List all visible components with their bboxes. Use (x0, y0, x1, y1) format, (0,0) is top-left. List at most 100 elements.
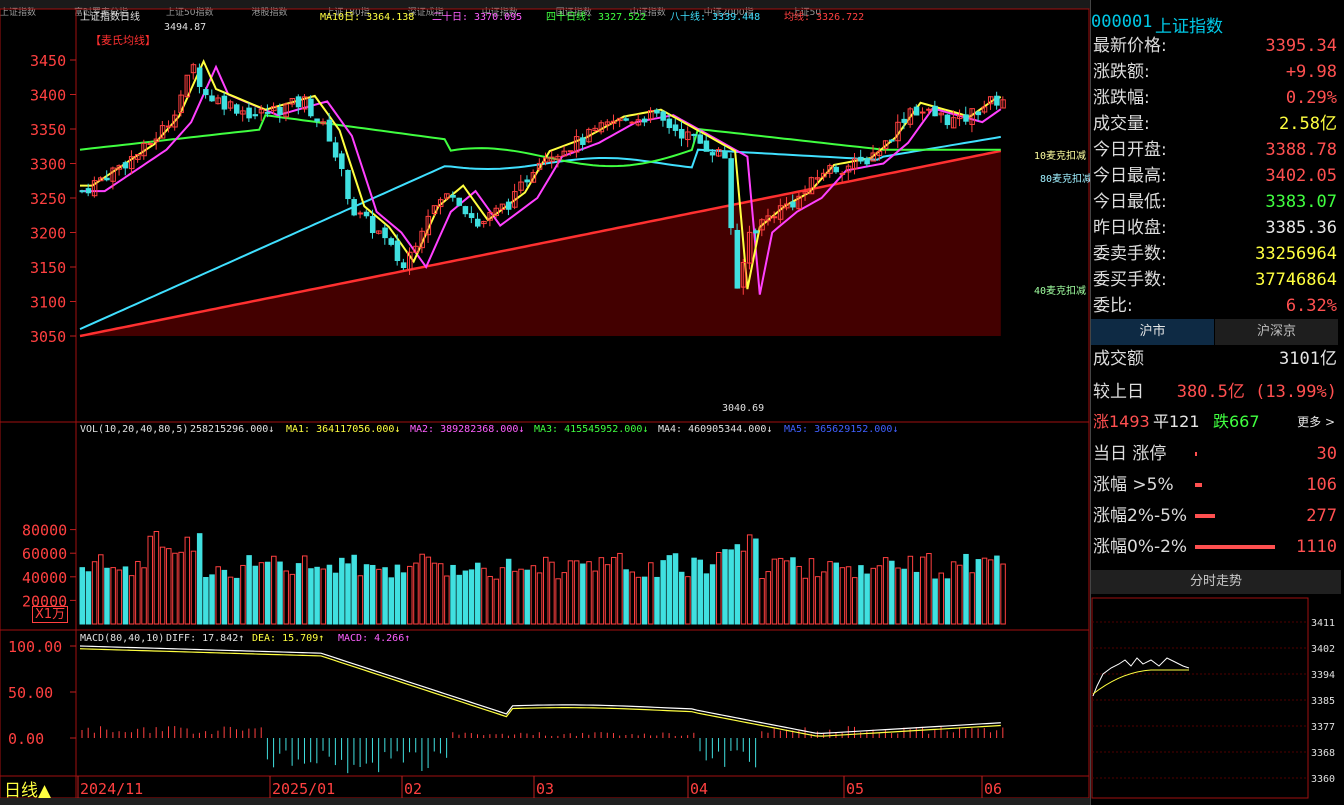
candle (295, 96, 302, 108)
volume-bar (524, 569, 530, 625)
macd-title: MACD(80,40,10) (80, 633, 164, 644)
volume-bar (382, 567, 388, 625)
volume-bar (221, 569, 228, 625)
quote-label: 委卖手数: (1093, 244, 1167, 264)
volume-bar (950, 561, 957, 625)
candle (203, 89, 209, 96)
volume-bar (790, 557, 796, 625)
kou-label-80: 80麦克扣减 (1040, 172, 1090, 185)
vol-title: VOL(10,20,40,80,5) (80, 424, 188, 435)
candle (889, 139, 895, 142)
volume-bar (1000, 563, 1006, 625)
volume-bar (728, 549, 734, 625)
ma20-header: 二十日: 3370.095 (432, 10, 522, 23)
volume-bar (339, 557, 345, 625)
candle (351, 199, 357, 216)
intraday-axis-tick: 3411 (1311, 618, 1335, 629)
volume-bar (703, 573, 710, 625)
volume-bar (128, 575, 135, 625)
candle (264, 111, 271, 114)
volume-bar (116, 569, 123, 625)
volume-bar (110, 567, 116, 625)
volume-bar (592, 570, 598, 625)
vol-ma3: MA3: 415545952.000↓ (534, 424, 648, 435)
volume-bar (746, 534, 753, 625)
kline-chart-svg[interactable]: 3450 3400 3350 3300 3250 3200 3150 3100 3050 8000… (0, 0, 1092, 805)
turnover-row: 成交额 3101亿 (1091, 346, 1341, 372)
candle (234, 104, 240, 114)
candle (122, 162, 129, 169)
volume-bar (209, 574, 215, 625)
quote-row: 成交量: 2.58亿 (1091, 111, 1341, 137)
stat-label: 涨幅 >5% (1093, 475, 1174, 495)
volume-bar (481, 567, 487, 625)
macd-axis-tick: 0.00 (8, 730, 44, 748)
volume-bar (400, 572, 407, 625)
candle (709, 152, 716, 156)
volume-bar (617, 552, 623, 625)
volume-bar (586, 561, 592, 625)
volume-bar (246, 555, 252, 625)
date-axis-label: 06 (984, 780, 1002, 798)
breadth-up: 涨1493 (1093, 412, 1150, 431)
candle (475, 218, 481, 227)
volume-bar (722, 549, 728, 625)
volume-bar (277, 561, 283, 625)
candle (400, 262, 407, 269)
intraday-title[interactable]: 分时走势 (1091, 570, 1341, 594)
volume-bar (672, 553, 679, 625)
volume-bar (864, 573, 870, 625)
volume-bar (512, 570, 518, 625)
volume-bar (765, 571, 771, 625)
candle (308, 98, 314, 117)
candle (994, 95, 1000, 106)
tab-all-markets[interactable]: 沪深京 (1215, 319, 1338, 345)
quote-value: 37746864 (1255, 270, 1337, 290)
quote-label: 委比: (1093, 296, 1133, 316)
volume-bar (598, 557, 605, 625)
tab-shanghai[interactable]: 沪市 (1091, 319, 1214, 345)
volume-bar (889, 560, 895, 625)
quote-label: 涨跌额: (1093, 62, 1150, 82)
candle (332, 142, 339, 158)
volume-bar (629, 571, 636, 625)
volume-bar (456, 574, 462, 625)
quote-value: 3402.05 (1265, 166, 1337, 186)
volume-bar (882, 557, 889, 625)
volume-bar (79, 567, 85, 625)
volume-bar (493, 578, 500, 625)
volume-bar (845, 566, 852, 625)
volume-bar (122, 566, 129, 625)
macd-axis-tick: 50.00 (8, 684, 53, 702)
volume-bar (926, 553, 932, 625)
candle (166, 125, 172, 128)
stat-label: 涨幅0%-2% (1093, 537, 1188, 557)
candle (326, 119, 333, 142)
limit-stat-row: 涨幅2%-5% 277 (1091, 503, 1341, 529)
volume-bar (104, 567, 110, 625)
bottom-scrollbar[interactable] (0, 798, 1090, 805)
volume-bar (697, 559, 703, 625)
quote-row: 今日开盘: 3388.78 (1091, 137, 1341, 163)
intraday-axis-tick: 3360 (1311, 774, 1335, 785)
volume-bar (530, 565, 537, 625)
intraday-axis-tick: 3368 (1311, 748, 1335, 759)
more-link[interactable]: 更多 > (1297, 409, 1335, 435)
vol-value: 258215296.000↓ (190, 424, 274, 435)
volume-bar (326, 564, 333, 625)
date-axis-label: 03 (536, 780, 554, 798)
volume-bar (821, 571, 827, 625)
volume-bar (709, 564, 716, 625)
malong-header: 均线: 3326.722 (784, 10, 864, 23)
candle (660, 111, 666, 121)
volume-bar (431, 562, 438, 625)
stat-value: 1110 (1296, 537, 1337, 557)
candle (363, 211, 370, 217)
volume-bar (301, 555, 308, 625)
high-price-label: 3494.87 (164, 22, 206, 33)
intraday-chart[interactable]: 3411 3402 3394 3385 3377 3368 3360 (1091, 596, 1344, 805)
kline-chart-area[interactable]: 3450 3400 3350 3300 3250 3200 3150 3100 3050 8000… (0, 0, 1092, 805)
price-axis-tick: 3150 (30, 259, 66, 277)
limit-stat-row: 当日 涨停 30 (1091, 441, 1341, 467)
candle (221, 95, 228, 110)
